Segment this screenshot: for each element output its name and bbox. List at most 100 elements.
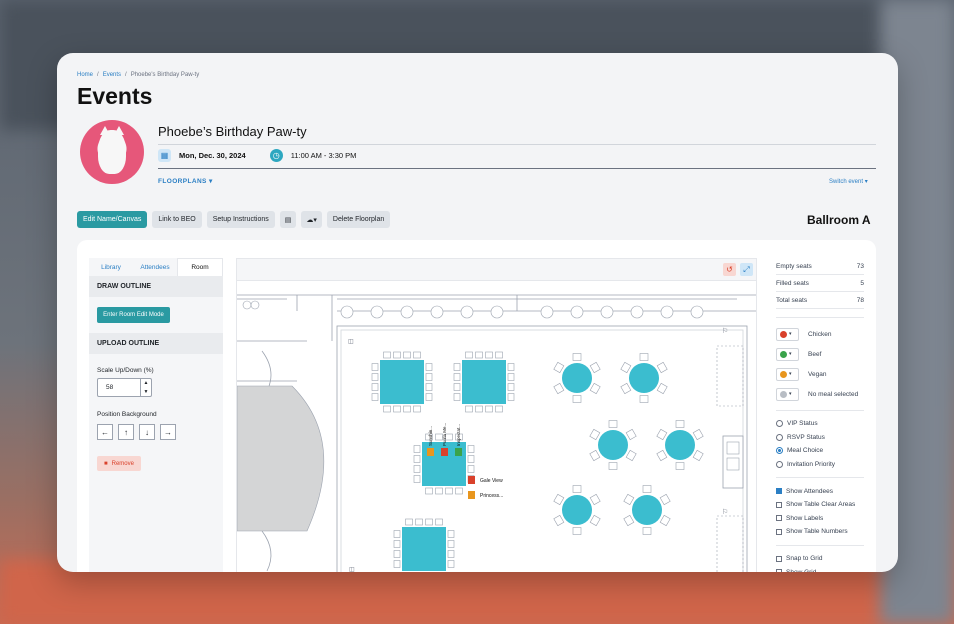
checkbox-option[interactable]: Snap to Grid <box>776 552 864 566</box>
chair <box>608 420 618 428</box>
room-name: Ballroom A <box>807 213 871 227</box>
svg-text:◫: ◫ <box>349 567 355 572</box>
breadcrumb-home[interactable]: Home <box>77 72 93 78</box>
checkbox[interactable] <box>776 501 782 508</box>
arrow-down-button[interactable]: ↓ <box>139 424 155 440</box>
checkbox[interactable] <box>776 528 782 535</box>
position-arrows: ← ↑ ↓ → <box>97 424 223 440</box>
stepper-down-icon[interactable]: ▼ <box>144 389 149 395</box>
checkbox[interactable] <box>776 569 782 572</box>
chair <box>465 351 473 359</box>
checkbox-option[interactable]: Show Labels <box>776 512 864 526</box>
page-title: Events <box>77 83 153 109</box>
checkbox-option[interactable]: Show Table Clear Areas <box>776 498 864 512</box>
scale-input[interactable]: 58 ▲ ▼ <box>97 378 152 397</box>
round-table[interactable] <box>632 495 662 525</box>
meal-color-picker[interactable]: ▾ <box>776 367 799 381</box>
expand-button[interactable]: ⤢ <box>740 263 753 276</box>
chair <box>447 550 455 558</box>
radio-button[interactable] <box>776 447 783 455</box>
floorplan-canvas[interactable]: ↺ ⤢ ◫ ◫ ⚐ ⚐ Gale View Princess... Sunshi… <box>236 258 757 572</box>
guest-label: Princess... <box>480 493 503 499</box>
arrow-up-button[interactable]: ↑ <box>118 424 134 440</box>
chair <box>371 373 379 381</box>
round-table[interactable] <box>665 430 695 460</box>
status-option[interactable]: VIP Status <box>776 417 864 431</box>
chair <box>405 518 413 526</box>
arrow-right-button[interactable]: → <box>160 424 176 440</box>
chair <box>620 361 632 374</box>
chevron-down-icon: ▾ <box>789 351 792 357</box>
status-option[interactable]: Meal Choice <box>776 444 864 458</box>
clock-icon: ◷ <box>269 149 283 162</box>
enter-room-edit-mode-button[interactable]: Enter Room Edit Mode <box>97 307 170 323</box>
checkbox[interactable] <box>776 488 782 495</box>
chair <box>393 351 401 359</box>
event-date: Mon, Dec. 30, 2024 <box>179 151 246 160</box>
checkbox-label: Show Table Numbers <box>786 528 848 536</box>
round-table[interactable] <box>562 495 592 525</box>
chair <box>393 530 401 538</box>
chair <box>371 393 379 401</box>
meal-color-dot <box>780 350 787 358</box>
radio-button[interactable] <box>776 433 783 441</box>
checkbox-option[interactable]: Show Attendees <box>776 484 864 498</box>
meal-color-dot <box>780 390 787 398</box>
meal-color-dot <box>780 370 787 378</box>
print-button[interactable]: ▤ <box>279 211 297 228</box>
chair <box>572 527 582 535</box>
square-table[interactable] <box>462 360 506 404</box>
meal-color-picker[interactable]: ▾ <box>776 347 799 361</box>
stepper-up-icon[interactable]: ▲ <box>144 380 149 386</box>
tab-room[interactable]: Room <box>177 258 223 276</box>
chair <box>623 514 635 527</box>
radio-button[interactable] <box>776 461 783 469</box>
breadcrumb-current: Phoebe's Birthday Paw-ty <box>130 72 200 78</box>
meal-color-picker[interactable]: ▾ <box>776 327 799 341</box>
square-table[interactable] <box>402 527 446 571</box>
floorplan-drawing: ◫ ◫ ⚐ ⚐ Gale View Princess... Sunshin...… <box>237 294 756 572</box>
square-table[interactable] <box>380 360 424 404</box>
tab-attendees[interactable]: Attendees <box>133 258 177 276</box>
setup-instructions-button[interactable]: Setup Instructions <box>206 211 275 228</box>
radio-button[interactable] <box>776 420 783 428</box>
chair <box>495 405 503 413</box>
link-to-beo-button[interactable]: Link to BEO <box>152 211 202 228</box>
tab-library[interactable]: Library <box>89 258 133 276</box>
chair <box>393 405 401 413</box>
chair <box>495 351 503 359</box>
round-table[interactable] <box>598 430 628 460</box>
arrow-left-button[interactable]: ← <box>97 424 113 440</box>
checkbox-label: Show Table Clear Areas <box>786 501 856 509</box>
svg-text:⚐: ⚐ <box>722 508 728 516</box>
panel-tabs: Library Attendees Room <box>89 258 223 276</box>
download-dropdown-button[interactable]: ☁▾ <box>301 211 322 228</box>
breadcrumb-events[interactable]: Events <box>103 72 121 78</box>
undo-button[interactable]: ↺ <box>723 263 736 276</box>
checkbox[interactable] <box>776 515 782 522</box>
chair <box>589 382 601 395</box>
scale-stepper[interactable]: ▲ ▼ <box>140 379 151 396</box>
chair <box>425 363 433 371</box>
round-table[interactable] <box>562 363 592 393</box>
chair <box>589 361 601 374</box>
switch-event-dropdown[interactable]: Switch event ▾ <box>829 178 868 185</box>
chair <box>413 351 421 359</box>
switch-event-label: Switch event <box>829 179 864 185</box>
checkbox-option[interactable]: Show Table Numbers <box>776 525 864 539</box>
delete-floorplan-button[interactable]: Delete Floorplan <box>326 211 391 228</box>
meal-color-picker[interactable]: ▾ <box>776 387 799 401</box>
checkbox[interactable] <box>776 555 782 562</box>
guest-label: Gale View <box>480 478 503 484</box>
svg-text:◫: ◫ <box>348 339 354 345</box>
meal-legend: ▾ Chicken ▾ Beef ▾ Vegan ▾ No meal selected <box>776 324 864 404</box>
round-table[interactable] <box>629 363 659 393</box>
edit-name-canvas-button[interactable]: Edit Name/Canvas <box>77 211 148 228</box>
checkbox-option[interactable]: Show Grid <box>776 565 864 572</box>
chair <box>425 373 433 381</box>
remove-button[interactable]: ■ Remove <box>97 456 141 471</box>
floorplans-dropdown[interactable]: FLOORPLANS ▾ <box>158 177 213 185</box>
status-option[interactable]: Invitation Priority <box>776 458 864 472</box>
guest-label: Sunshin... <box>428 426 433 446</box>
status-option[interactable]: RSVP Status <box>776 431 864 445</box>
